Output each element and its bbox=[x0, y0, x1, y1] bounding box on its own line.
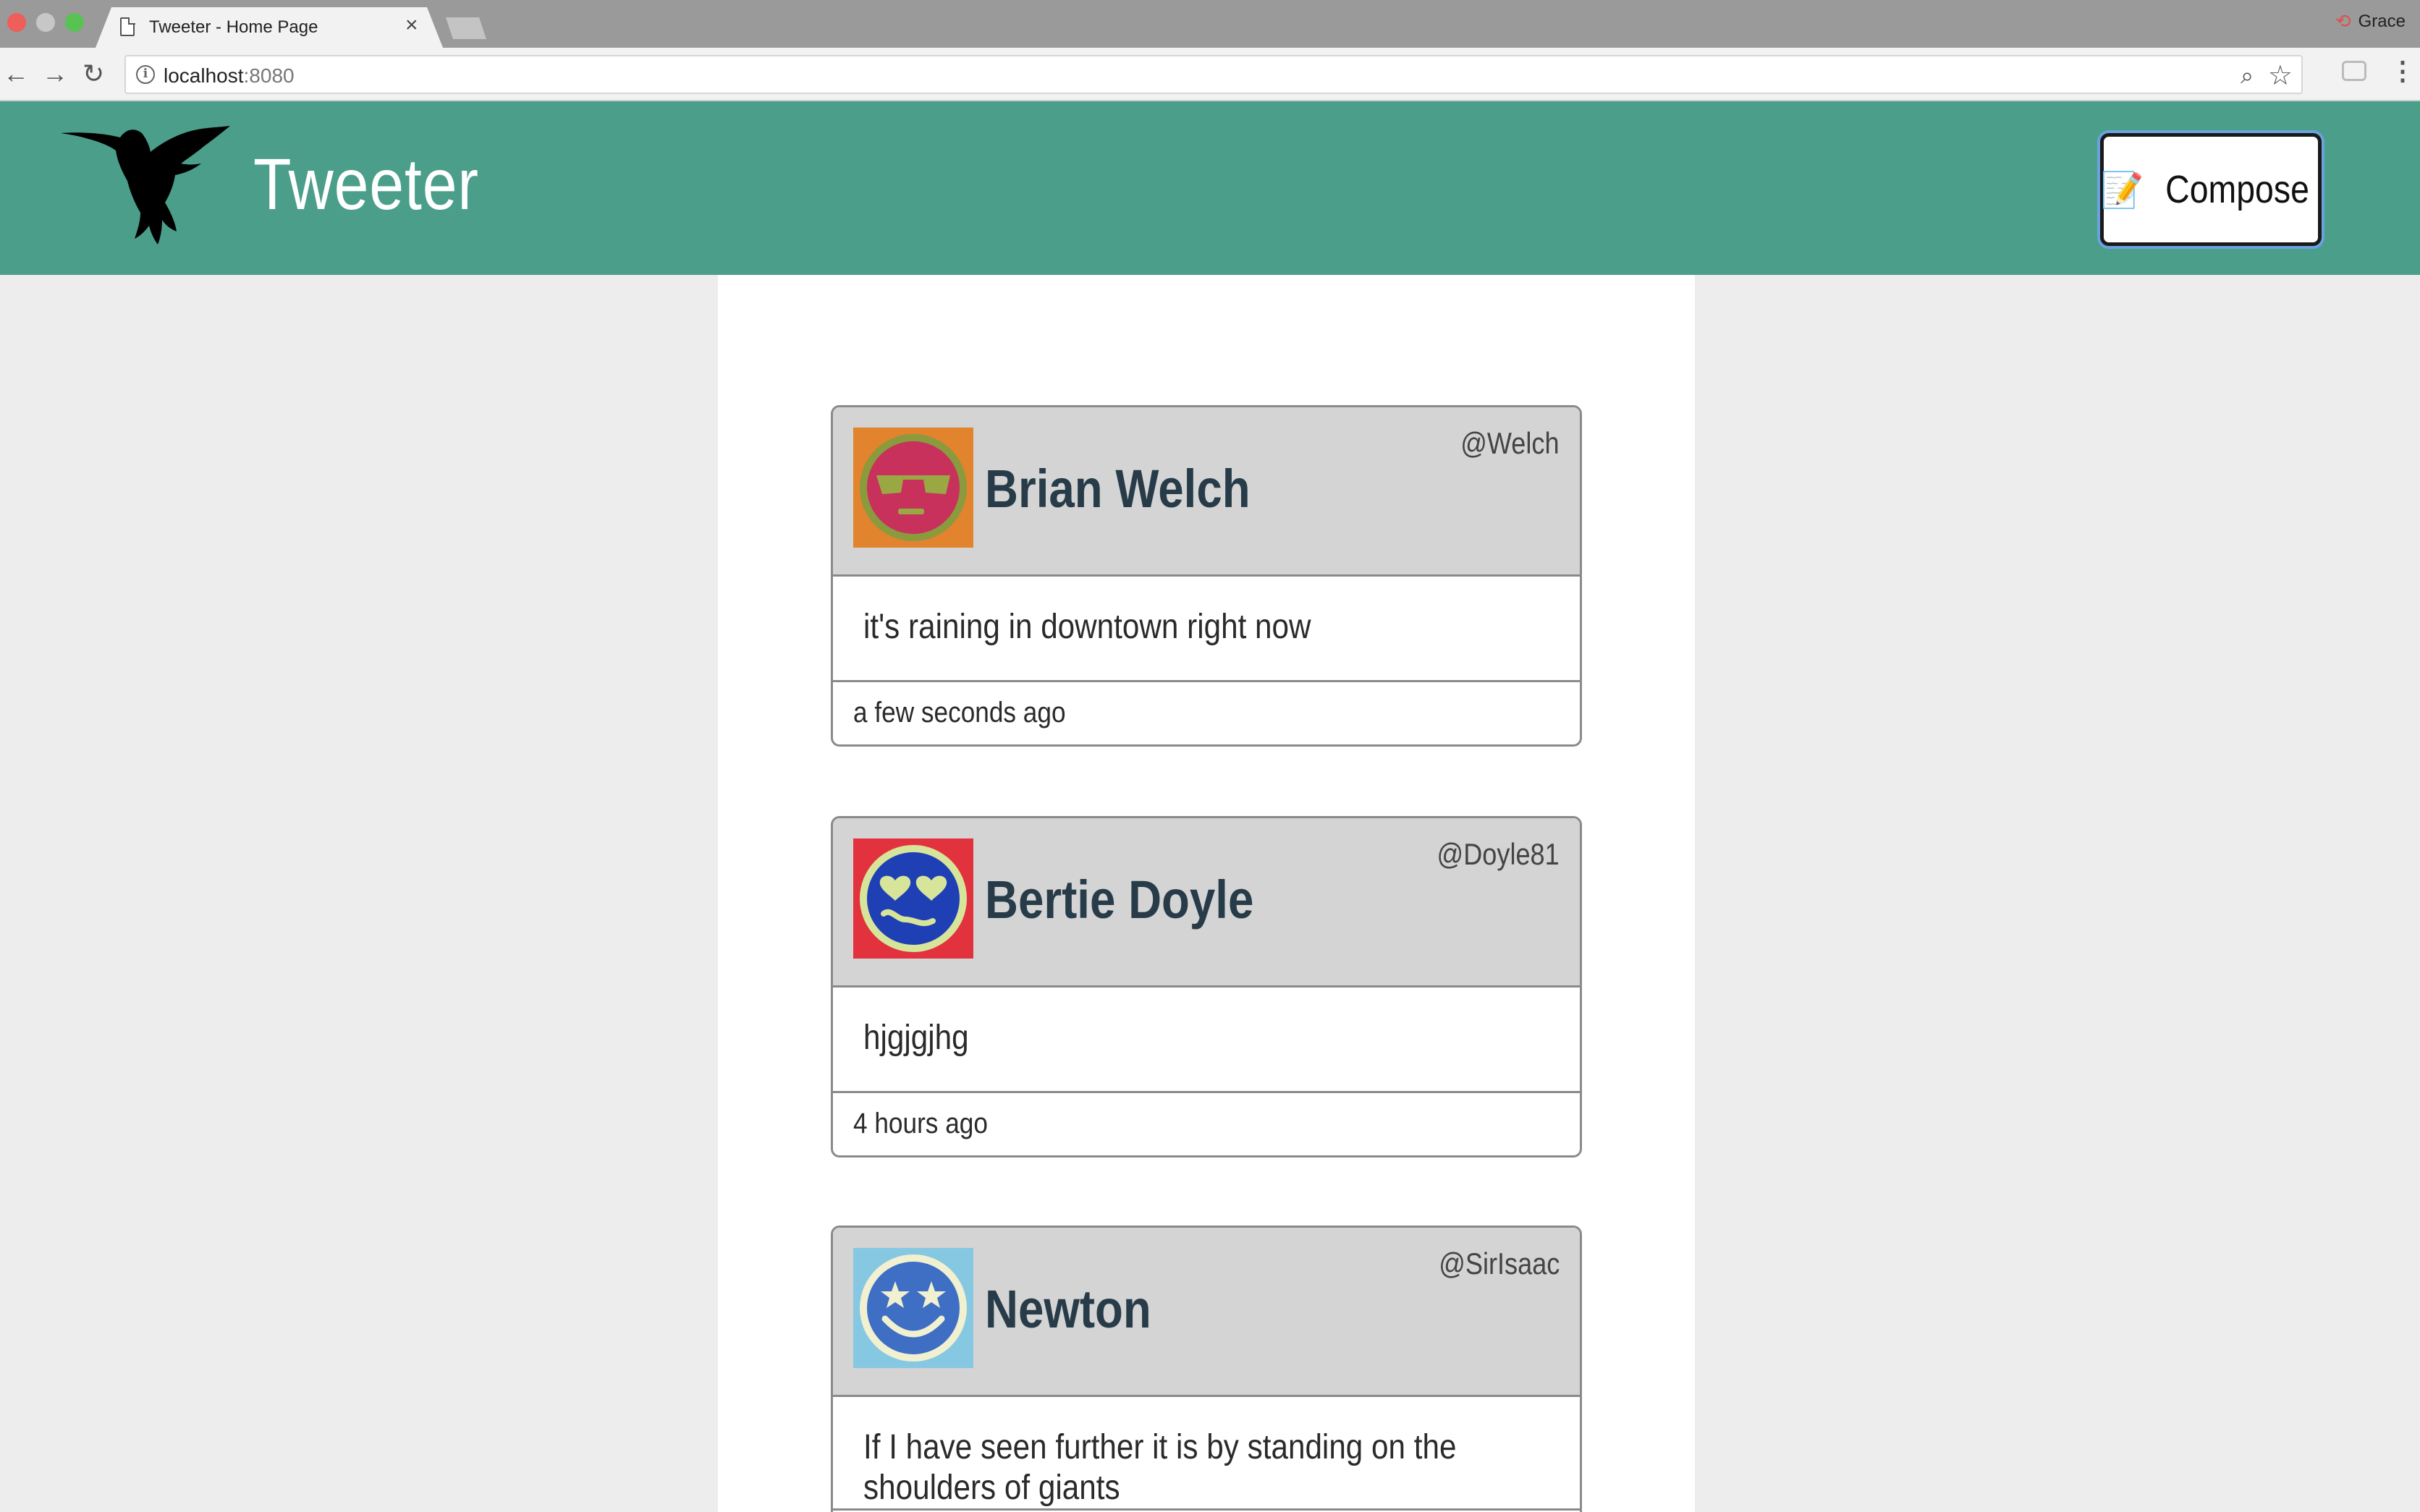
window-close-button[interactable] bbox=[7, 13, 26, 32]
memo-icon: 📝 bbox=[2100, 171, 2144, 210]
tweet-header: Brian Welch @Welch bbox=[833, 407, 1580, 577]
compose-label: Compose bbox=[2165, 168, 2310, 211]
back-arrow-icon[interactable]: ← bbox=[3, 59, 29, 88]
extension-icon[interactable] bbox=[2342, 61, 2366, 81]
url-text[interactable]: localhost:8080 bbox=[164, 64, 295, 88]
tweet-handle: @Doyle81 bbox=[1437, 837, 1560, 871]
tweet-card: Newton @SirIsaac If I have seen further … bbox=[831, 1226, 1582, 1512]
browser-tab-bar: Tweeter - Home Page × ⟲ Grace bbox=[0, 0, 2420, 48]
tab-title: Tweeter - Home Page bbox=[149, 17, 318, 37]
bookmark-star-icon[interactable]: ☆ bbox=[2268, 59, 2293, 92]
tweet-card: Bertie Doyle @Doyle81 hjgjgjhg 4 hours a… bbox=[831, 816, 1582, 1158]
tweet-content: If I have seen further it is by standing… bbox=[833, 1397, 1580, 1511]
tweet-header: Newton @SirIsaac bbox=[833, 1228, 1580, 1397]
tweet-handle: @Welch bbox=[1460, 426, 1560, 460]
hummingbird-logo-icon bbox=[61, 126, 230, 245]
app-header: Tweeter 📝 Compose bbox=[0, 101, 2420, 275]
browser-toolbar: ← → ↻ i localhost:8080 ⌕ ☆ bbox=[0, 48, 2420, 101]
forward-arrow-icon[interactable]: → bbox=[42, 59, 68, 88]
sunglasses-face-icon bbox=[853, 428, 973, 548]
tweet-header: Bertie Doyle @Doyle81 bbox=[833, 818, 1580, 988]
browser-tab-active[interactable]: Tweeter - Home Page × bbox=[96, 7, 443, 48]
sync-error-icon: ⟲ bbox=[2335, 10, 2351, 32]
zoom-icon[interactable]: ⌕ bbox=[2241, 62, 2254, 90]
tweet-author-name: Brian Welch bbox=[985, 459, 1251, 519]
star-eyes-face-icon bbox=[853, 1248, 973, 1368]
tweet-feed: Brian Welch @Welch it's raining in downt… bbox=[718, 275, 1695, 1512]
reload-icon[interactable]: ↻ bbox=[82, 59, 104, 88]
tweet-timestamp: 4 hours ago bbox=[853, 1108, 988, 1139]
tweet-card: Brian Welch @Welch it's raining in downt… bbox=[831, 405, 1582, 747]
tweet-handle: @SirIsaac bbox=[1438, 1246, 1560, 1280]
profile-name: Grace bbox=[2358, 11, 2406, 31]
tab-close-icon[interactable]: × bbox=[405, 14, 418, 36]
tweet-content: hjgjgjhg bbox=[833, 988, 1580, 1093]
browser-menu-icon[interactable]: ⋮ bbox=[2390, 58, 2416, 84]
window-zoom-button[interactable] bbox=[65, 13, 84, 32]
tweet-content: it's raining in downtown right now bbox=[833, 577, 1580, 682]
app-title: Tweeter bbox=[253, 144, 479, 225]
new-tab-button[interactable] bbox=[446, 17, 486, 39]
address-bar[interactable]: i localhost:8080 ⌕ ☆ bbox=[124, 55, 2303, 94]
tweet-author-name: Bertie Doyle bbox=[985, 870, 1254, 930]
profile-menu[interactable]: ⟲ Grace bbox=[2335, 10, 2406, 33]
compose-button[interactable]: 📝 Compose bbox=[2100, 133, 2322, 246]
document-icon bbox=[120, 17, 135, 36]
tweet-author-name: Newton bbox=[985, 1279, 1151, 1339]
info-icon[interactable]: i bbox=[136, 65, 155, 84]
tweet-timestamp: a few seconds ago bbox=[853, 697, 1066, 729]
window-minimize-button[interactable] bbox=[36, 13, 55, 32]
heart-eyes-face-icon bbox=[853, 838, 973, 959]
